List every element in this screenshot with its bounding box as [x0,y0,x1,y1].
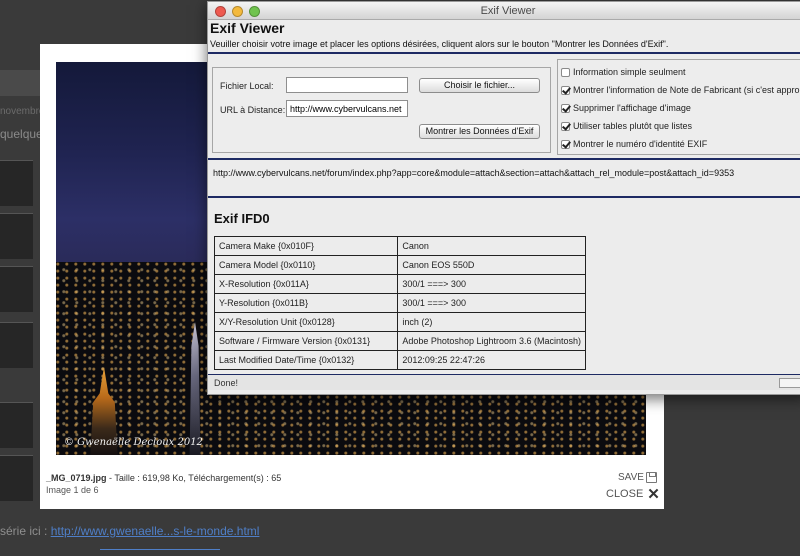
status-text: Done! [214,378,239,388]
table-value: Canon [397,236,586,256]
option-label: Montrer le numéro d'identité EXIF [573,139,708,149]
series-prefix: série ici : [0,524,48,538]
option-show-exif-id[interactable]: Montrer le numéro d'identité EXIF [561,139,707,149]
option-simple-info[interactable]: Information simple seulment [561,67,686,77]
option-label: Supprimer l'affichage d'image [573,103,691,113]
image-caption: _MG_0719.jpg - Taille : 619,98 Ko, Téléc… [46,473,281,483]
show-exif-button[interactable]: Montrer les Données d'Exif [419,124,540,139]
table-row: X-Resolution {0x011A} 300/1 ===> 300 [213,274,586,294]
table-key: Y-Resolution {0x011B} [213,293,399,313]
table-key: Camera Make {0x010F} [213,236,399,256]
caption-details: - Taille : 619,98 Ko, Téléchargement(s) … [106,473,282,483]
local-file-label: Fichier Local: [220,81,274,91]
photo-watermark: © Gwenaëlle Decloux 2012 [64,437,203,448]
status-progress-field [779,378,800,388]
table-key: Last Modified Date/Time {0x0132} [213,350,399,370]
background-thumbnail[interactable] [0,160,33,206]
close-button[interactable]: CLOSE ✕ [606,485,660,503]
background-thumbnail[interactable] [0,402,33,448]
table-row: Y-Resolution {0x011B} 300/1 ===> 300 [213,293,586,313]
table-key: Software / Firmware Version {0x0131} [213,331,399,351]
floppy-disk-icon [645,472,657,483]
remote-url-input[interactable] [286,100,408,117]
options-panel: Information simple seulment Montrer l'in… [557,59,800,155]
option-label: Utiliser tables plutôt que listes [573,121,693,131]
checkbox[interactable] [561,139,570,149]
remote-url-label: URL à Distance: [220,105,286,115]
background-thumbnail[interactable] [0,266,33,312]
background-header-band [0,70,40,96]
table-row: Camera Make {0x010F} Canon [213,236,586,256]
close-label: CLOSE [606,488,644,500]
analyzed-url: http://www.cybervulcans.net/forum/index.… [213,168,735,178]
input-panel: Fichier Local: Choisir le fichier... URL… [208,52,800,160]
url-display-band: http://www.cybervulcans.net/forum/index.… [208,160,800,198]
option-label: Montrer l'information de Note de Fabrica… [573,85,800,95]
table-key: Camera Model {0x0110} [213,255,399,275]
table-value: 2012:09:25 22:47:26 [397,350,586,370]
checkbox[interactable] [561,67,570,77]
file-source-form: Fichier Local: Choisir le fichier... URL… [212,67,551,153]
table-row: Software / Firmware Version {0x0131} Ado… [213,331,586,351]
option-label: Information simple seulment [573,67,686,77]
option-maker-note[interactable]: Montrer l'information de Note de Fabrica… [561,85,800,95]
checkbox[interactable] [561,103,570,113]
table-value: Adobe Photoshop Lightroom 3.6 (Macintosh… [397,331,586,351]
background-thumbnail[interactable] [0,322,33,368]
background-series-line: série ici : http://www.gwenaelle...s-le-… [0,524,259,538]
table-value: Canon EOS 550D [397,255,586,275]
checkbox[interactable] [561,121,570,131]
save-label: SAVE [618,472,644,483]
status-bar: Done! [208,374,800,390]
table-key: X/Y-Resolution Unit {0x0128} [213,312,399,332]
app-title: Exif Viewer [210,20,285,36]
save-button[interactable]: SAVE [618,472,657,483]
background-date: novembre [0,106,45,117]
table-value: inch (2) [397,312,586,332]
window-titlebar[interactable]: Exif Viewer [208,2,800,20]
caption-filename: _MG_0719.jpg [46,473,107,483]
table-row: X/Y-Resolution Unit {0x0128} inch (2) [213,312,586,332]
table-row: Last Modified Date/Time {0x0132} 2012:09… [213,350,586,370]
table-value: 300/1 ===> 300 [397,274,586,294]
local-file-input[interactable] [286,77,408,93]
choose-file-button[interactable]: Choisir le fichier... [419,78,540,93]
background-thumbnail[interactable] [0,455,33,501]
image-counter: Image 1 de 6 [46,485,99,495]
window-title: Exif Viewer [480,5,536,17]
app-instructions: Veuiller choisir votre image et placer l… [210,39,669,49]
section-title: Exif IFD0 [214,211,270,226]
table-value: 300/1 ===> 300 [397,293,586,313]
table-row: Camera Model {0x0110} Canon EOS 550D [213,255,586,275]
exif-table: Camera Make {0x010F} Canon Camera Model … [213,236,586,370]
background-thumbnail[interactable] [0,213,33,259]
close-icon: ✕ [647,485,660,503]
series-link[interactable]: http://www.gwenaelle...s-le-monde.html [51,524,260,538]
exif-viewer-window: Exif Viewer Exif Viewer Veuiller choisir… [207,1,800,395]
option-use-tables[interactable]: Utiliser tables plutôt que listes [561,121,692,131]
background-link-underline [100,549,220,550]
checkbox[interactable] [561,85,570,95]
option-suppress-image[interactable]: Supprimer l'affichage d'image [561,103,691,113]
table-key: X-Resolution {0x011A} [213,274,399,294]
